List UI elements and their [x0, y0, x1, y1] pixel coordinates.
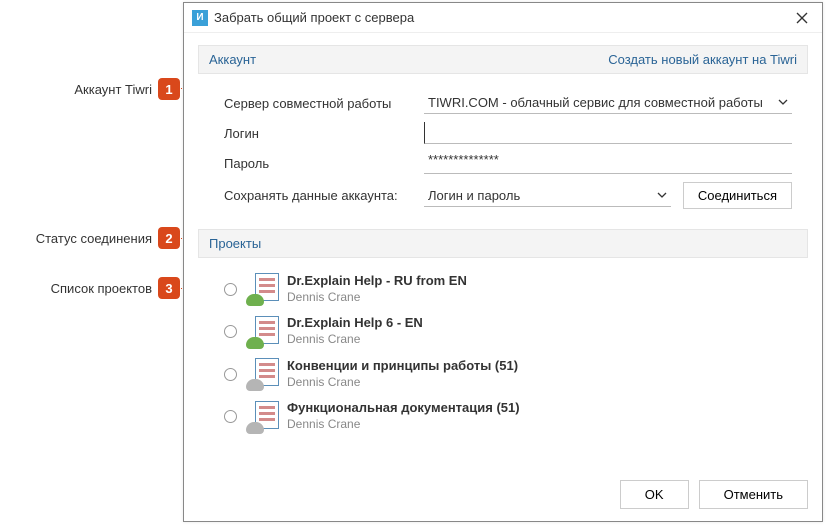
radio-button[interactable]	[224, 368, 237, 381]
callout-3-badge: 3	[158, 277, 180, 299]
titlebar: И Забрать общий проект с сервера	[184, 3, 822, 33]
project-icon	[247, 401, 279, 433]
callout-1-label: Аккаунт Tiwri	[74, 82, 152, 97]
project-text: Dr.Explain Help 6 - ENDennis Crane	[287, 315, 423, 347]
window-title: Забрать общий проект с сервера	[214, 10, 790, 25]
project-title: Конвенции и принципы работы (51)	[287, 358, 518, 375]
create-account-link[interactable]: Создать новый аккаунт на Tiwri	[608, 52, 797, 67]
password-input[interactable]: **************	[424, 152, 792, 174]
callout-2-badge: 2	[158, 227, 180, 249]
ok-button[interactable]: OK	[620, 480, 689, 509]
radio-button[interactable]	[224, 410, 237, 423]
project-list: Dr.Explain Help - RU from ENDennis Crane…	[184, 258, 822, 438]
cancel-button[interactable]: Отменить	[699, 480, 808, 509]
project-item[interactable]: Функциональная документация (51)Dennis C…	[224, 395, 792, 437]
app-icon: И	[192, 10, 208, 26]
account-section-header: Аккаунт Создать новый аккаунт на Tiwri	[198, 45, 808, 74]
save-value: Логин и пароль	[428, 188, 520, 203]
project-author: Dennis Crane	[287, 417, 520, 433]
project-title: Dr.Explain Help - RU from EN	[287, 273, 467, 290]
close-icon[interactable]	[790, 6, 814, 30]
projects-section-header: Проекты	[198, 229, 808, 258]
project-title: Функциональная документация (51)	[287, 400, 520, 417]
project-text: Dr.Explain Help - RU from ENDennis Crane	[287, 273, 467, 305]
login-input[interactable]	[424, 122, 792, 144]
callout-2-label: Статус соединения	[36, 231, 152, 246]
save-label: Сохранять данные аккаунта:	[224, 188, 424, 203]
project-icon	[247, 316, 279, 348]
project-item[interactable]: Dr.Explain Help 6 - ENDennis Crane	[224, 310, 792, 352]
project-author: Dennis Crane	[287, 290, 467, 306]
dialog-window: И Забрать общий проект с сервера Аккаунт…	[183, 2, 823, 522]
dialog-footer: OK Отменить	[620, 480, 808, 509]
server-select[interactable]: TIWRI.COM - облачный сервис для совместн…	[424, 92, 792, 114]
project-item[interactable]: Конвенции и принципы работы (51)Dennis C…	[224, 353, 792, 395]
project-author: Dennis Crane	[287, 332, 423, 348]
server-value: TIWRI.COM - облачный сервис для совместн…	[428, 95, 763, 110]
project-icon	[247, 273, 279, 305]
chevron-down-icon	[657, 188, 667, 203]
account-header-title: Аккаунт	[209, 52, 608, 67]
chevron-down-icon	[778, 95, 788, 110]
password-label: Пароль	[224, 156, 424, 171]
radio-button[interactable]	[224, 325, 237, 338]
project-text: Функциональная документация (51)Dennis C…	[287, 400, 520, 432]
radio-button[interactable]	[224, 283, 237, 296]
project-icon	[247, 358, 279, 390]
login-label: Логин	[224, 126, 424, 141]
callout-3-label: Список проектов	[51, 281, 152, 296]
project-author: Dennis Crane	[287, 375, 518, 391]
callout-1-badge: 1	[158, 78, 180, 100]
account-form: Сервер совместной работы TIWRI.COM - обл…	[184, 74, 822, 209]
connect-button[interactable]: Соединиться	[683, 182, 792, 209]
server-label: Сервер совместной работы	[224, 96, 424, 111]
project-title: Dr.Explain Help 6 - EN	[287, 315, 423, 332]
save-select[interactable]: Логин и пароль	[424, 185, 671, 207]
project-text: Конвенции и принципы работы (51)Dennis C…	[287, 358, 518, 390]
project-item[interactable]: Dr.Explain Help - RU from ENDennis Crane	[224, 268, 792, 310]
